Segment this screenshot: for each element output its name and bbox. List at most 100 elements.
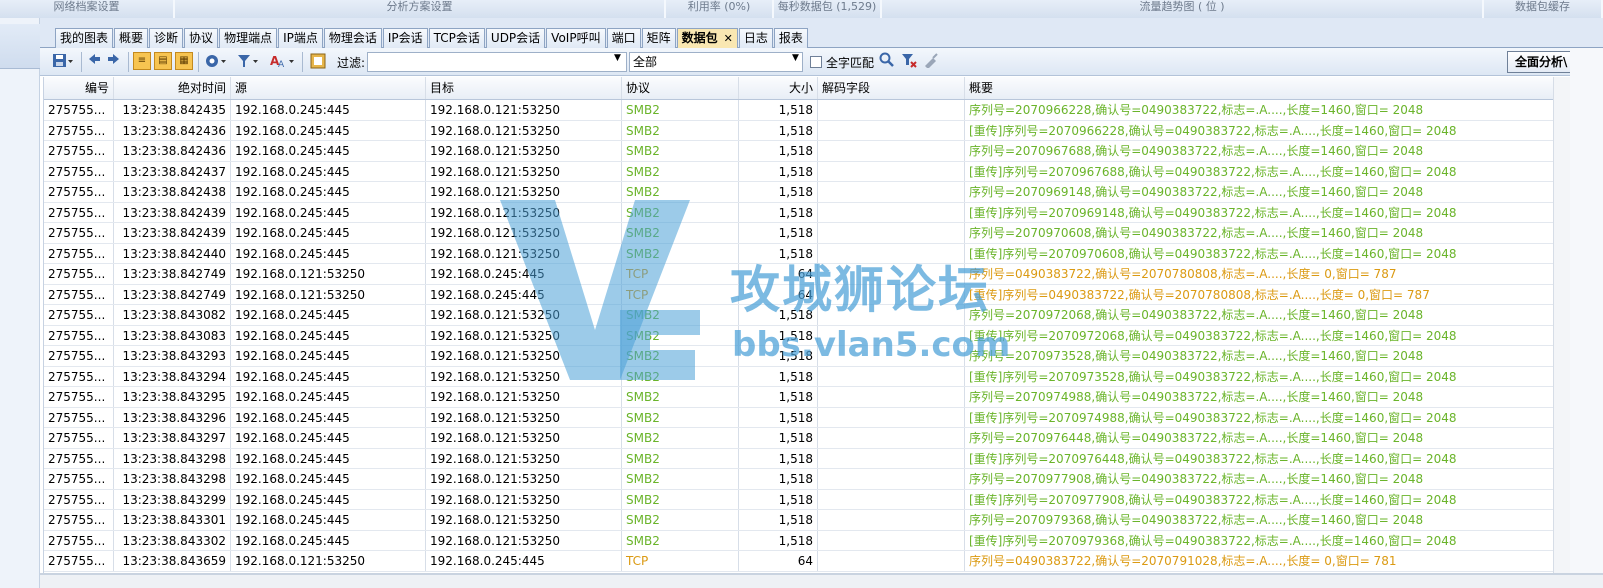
tab-summary[interactable]: 概要 (114, 28, 149, 48)
table-row[interactable]: 275755... 13:23:38.842436 192.168.0.245:44… (44, 120, 1553, 141)
decode-options-icon[interactable] (203, 52, 229, 72)
column-destination-cell: 192.168.0.121:53250 (426, 489, 622, 509)
filter-options-icon[interactable] (235, 52, 261, 72)
go-forward-icon[interactable] (106, 52, 122, 72)
clear-filter-icon[interactable] (922, 52, 940, 72)
header-analysis-scheme[interactable]: 分析方案设置 (175, 0, 666, 18)
column-protocol-cell: SMB2 (622, 407, 739, 427)
table-row[interactable]: 275755... 13:23:38.843294 192.168.0.245:44… (44, 366, 1553, 387)
close-icon[interactable]: ✕ (724, 32, 733, 45)
column-number-cell: 275755... (44, 325, 114, 345)
column-source-cell: 192.168.0.245:445 (231, 305, 426, 325)
table-row[interactable]: 275755... 13:23:38.842436 192.168.0.245:44… (44, 141, 1553, 162)
column-destination-cell: 192.168.0.121:53250 (426, 100, 622, 120)
tab-diagnosis[interactable]: 诊断 (149, 28, 184, 48)
table-row[interactable]: 275755... 13:23:38.843298 192.168.0.245:44… (44, 469, 1553, 490)
table-row[interactable]: 275755... 13:23:38.843659 192.168.0.121:53… (44, 551, 1553, 572)
column-summary-cell: [重传]序列号=2070973528,确认号=0490383722,标志=.A.… (965, 367, 1553, 387)
tab-physical-conversations[interactable]: 物理会话 (323, 28, 382, 48)
view-tab-bar: 我的图表 概要 诊断 协议 物理端点 IP端点 物理会话 IP会话 TCP会话 … (40, 18, 1603, 48)
table-row[interactable]: 275755... 13:23:38.843293 192.168.0.245:44… (44, 346, 1553, 367)
column-protocol-cell: SMB2 (622, 182, 739, 202)
column-protocol-cell: SMB2 (622, 325, 739, 345)
tab-ports[interactable]: 端口 (606, 28, 641, 48)
column-source-cell: 192.168.0.245:445 (231, 448, 426, 468)
table-row[interactable]: 275755... 13:23:38.842439 192.168.0.245:44… (44, 202, 1553, 223)
column-protocol-cell: SMB2 (622, 223, 739, 243)
column-source-header[interactable]: 源 (231, 77, 426, 99)
column-destination-cell: 192.168.0.121:53250 (426, 243, 622, 263)
list-view-toggle-icon[interactable]: ≡ (133, 52, 151, 70)
tab-tcp-conversations[interactable]: TCP会话 (428, 28, 485, 48)
column-decode-field-cell (818, 202, 965, 222)
table-row[interactable]: 275755... 13:23:38.843302 192.168.0.245:44… (44, 530, 1553, 551)
column-size-cell: 64 (739, 284, 818, 304)
column-summary-cell: 序列号=2070977908,确认号=0490383722,标志=.A....,… (965, 469, 1553, 489)
header-packets-per-second[interactable]: 每秒数据包 (1,529) (774, 0, 882, 18)
tab-physical-endpoints[interactable]: 物理端点 (219, 28, 278, 48)
tab-voip-calls[interactable]: VoIP呼叫 (546, 28, 606, 48)
tab-log[interactable]: 日志 (738, 28, 773, 48)
table-row[interactable]: 275755... 13:23:38.842438 192.168.0.245:44… (44, 182, 1553, 203)
column-destination-cell: 192.168.0.121:53250 (426, 141, 622, 161)
table-row[interactable]: 275755... 13:23:38.842749 192.168.0.121:53… (44, 284, 1553, 305)
tab-udp-conversations[interactable]: UDP会话 (485, 28, 546, 48)
table-row[interactable]: 275755... 13:23:38.843301 192.168.0.245:44… (44, 510, 1553, 531)
column-absolute-time-cell: 13:23:38.842437 (114, 161, 231, 181)
table-header: 编号 绝对时间源目标 协议 大小 解码字段 概要 (44, 77, 1553, 100)
full-match-checkbox[interactable] (810, 56, 822, 68)
tab-protocol[interactable]: 协议 (184, 28, 219, 48)
table-row[interactable]: 275755... 13:23:38.843299 192.168.0.245:44… (44, 489, 1553, 510)
apply-filter-icon[interactable] (900, 52, 918, 72)
settings-icon[interactable] (307, 52, 329, 72)
tab-ip-conversations[interactable]: IP会话 (382, 28, 428, 48)
column-decode-field-cell (818, 346, 965, 366)
detail-view-toggle-icon[interactable]: ▤ (154, 52, 172, 70)
hex-view-toggle-icon[interactable]: ▦ (175, 52, 193, 70)
column-source-cell: 192.168.0.245:445 (231, 469, 426, 489)
tab-report[interactable]: 报表 (773, 28, 808, 48)
go-back-icon[interactable] (86, 52, 102, 72)
table-row[interactable]: 275755... 13:23:38.843082 192.168.0.245:44… (44, 305, 1553, 326)
table-row[interactable]: 275755... 13:23:38.843083 192.168.0.245:44… (44, 325, 1553, 346)
column-decode-field-cell (818, 161, 965, 181)
table-row[interactable]: 275755... 13:23:38.843295 192.168.0.245:44… (44, 387, 1553, 408)
save-icon[interactable] (50, 52, 76, 72)
filter-input[interactable] (367, 52, 627, 72)
column-decode-field-header[interactable]: 解码字段 (818, 77, 965, 99)
vertical-scrollbar[interactable] (1553, 77, 1570, 573)
tab-packets[interactable]: 数据包 ✕ (676, 28, 738, 48)
table-row[interactable]: 275755... 13:23:38.843298 192.168.0.245:44… (44, 448, 1553, 469)
table-row[interactable]: 275755... 13:23:38.843297 192.168.0.245:44… (44, 428, 1553, 449)
header-packet-buffer[interactable]: 数据包缓存 (1484, 0, 1603, 18)
table-row[interactable]: 275755... 13:23:38.842749 192.168.0.121:53… (44, 264, 1553, 285)
chevron-down-icon[interactable]: ▼ (614, 53, 621, 63)
table-row[interactable]: 275755... 13:23:38.842437 192.168.0.245:44… (44, 161, 1553, 182)
column-protocol-header[interactable]: 协议 (622, 77, 739, 99)
search-icon[interactable] (878, 52, 896, 72)
column-absolute-time-cell: 13:23:38.843299 (114, 489, 231, 509)
column-destination-cell: 192.168.0.121:53250 (426, 510, 622, 530)
right-panel-edge (1570, 48, 1603, 573)
chevron-down-icon[interactable]: ▼ (792, 53, 799, 63)
table-row[interactable]: 275755... 13:23:38.842440 192.168.0.245:44… (44, 243, 1553, 264)
column-destination-header[interactable]: 目标 (426, 77, 622, 99)
header-traffic-trend[interactable]: 流量趋势图 ( 位 ) (882, 0, 1484, 18)
column-number-header[interactable]: 编号 (44, 77, 114, 99)
font-color-icon[interactable]: AA (268, 52, 296, 72)
table-row[interactable]: 275755... 13:23:38.842435 192.168.0.245:44… (44, 100, 1553, 121)
tab-ip-endpoints[interactable]: IP端点 (278, 28, 323, 48)
column-source-cell: 192.168.0.245:445 (231, 325, 426, 345)
left-navigation-item[interactable] (0, 24, 40, 69)
table-row[interactable]: 275755... 13:23:38.842439 192.168.0.245:44… (44, 223, 1553, 244)
column-absolute-time-header[interactable]: 绝对时间 (114, 77, 231, 99)
tab-matrix[interactable]: 矩阵 (641, 28, 676, 48)
table-row[interactable]: 275755... 13:23:38.843296 192.168.0.245:44… (44, 407, 1553, 428)
header-utilization[interactable]: 利用率 (0%) (666, 0, 774, 18)
tab-my-charts[interactable]: 我的图表 (55, 28, 114, 48)
header-network-profile[interactable]: 网络档案设置 (0, 0, 175, 18)
column-size-header[interactable]: 大小 (739, 77, 818, 99)
column-source-cell: 192.168.0.121:53250 (231, 264, 426, 284)
filter-scope-select[interactable]: 全部 (629, 52, 803, 72)
column-summary-header[interactable]: 概要 (965, 77, 1553, 99)
